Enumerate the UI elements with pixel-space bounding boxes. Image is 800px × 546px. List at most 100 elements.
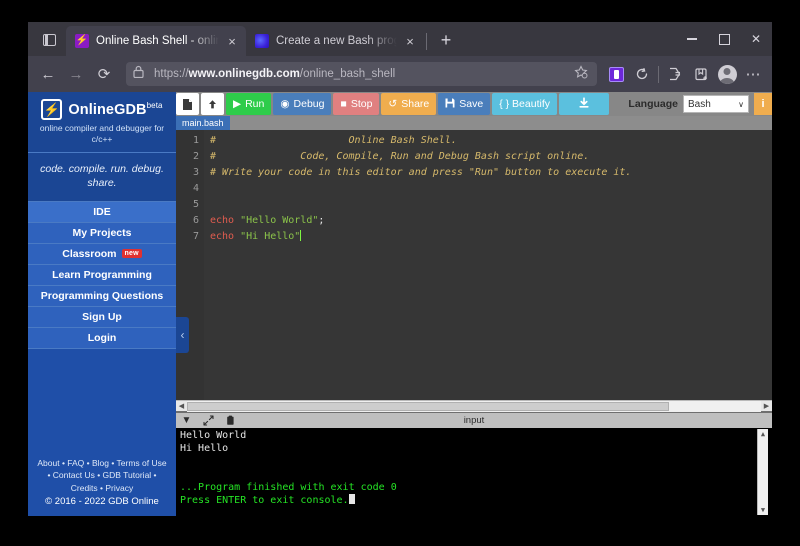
console-line-text: Press ENTER to exit console. [180,495,349,506]
sidebar-item-learn-programming-label: Learn Programming [52,268,152,281]
console-cursor [348,494,355,504]
sidebar-item-login-label: Login [87,331,117,344]
forward-button[interactable]: → [62,60,90,88]
sidebar-item-learn-programming[interactable]: Learn Programming [28,264,176,286]
beautify-button[interactable]: { } Beautify [492,93,557,115]
run-label: Run [245,98,265,110]
browser-window: ⚡ Online Bash Shell - online × Create a … [28,22,772,516]
file-tab-main-bash[interactable]: main.bash [176,116,230,130]
sidebar-item-ide[interactable]: IDE [28,201,176,223]
console-line-1: Hello World [180,429,757,442]
brand-name-text: OnlineGDB [68,101,147,118]
debug-button[interactable]: ◉ Debug [273,93,332,115]
language-select[interactable]: Bash ∨ [683,95,749,113]
sidebar-item-my-projects[interactable]: My Projects [28,222,176,244]
sidebar-item-my-projects-label: My Projects [72,226,132,239]
scroll-left-arrow-icon[interactable]: ◀ [176,401,187,412]
download-button[interactable] [559,93,609,115]
browser-tab-strip: ⚡ Online Bash Shell - online × Create a … [28,22,772,56]
bookmark-star-icon[interactable] [574,64,590,84]
scroll-down-arrow-icon[interactable]: ▼ [761,505,765,515]
browser-tab-2[interactable]: Create a new Bash progra × [246,26,424,56]
url-path: /online_bash_shell [299,68,396,80]
beautify-label: { } Beautify [499,98,550,110]
footer-links-line-3[interactable]: Credits • Privacy [32,482,172,495]
new-file-icon[interactable] [176,93,199,115]
sidebar-item-sign-up-label: Sign Up [82,310,122,323]
ide-toolbar: ▶ Run ◉ Debug ■ Stop ↺ Share Save {} Be… [176,92,772,116]
window-close-button[interactable]: ✕ [740,23,772,55]
code-string: "Hello World" [234,215,319,226]
url-text: https://www.onlinegdb.com/online_bash_sh… [154,68,568,80]
stop-icon: ■ [340,98,347,110]
account-avatar-icon[interactable] [714,61,740,87]
code-punctuation: ; [318,215,325,226]
console-line-text: Hello World [180,430,247,441]
run-button[interactable]: ▶ Run [226,93,272,115]
console-vertical-scrollbar[interactable]: ▲ ▼ [757,429,768,515]
copy-clipboard-icon[interactable] [224,414,237,427]
sidebar-footer: About • FAQ • Blog • Terms of Use • Cont… [28,451,176,517]
brand-block: ⚡ OnlineGDBbeta online compiler and debu… [28,92,176,154]
new-tab-button[interactable]: + [433,27,459,53]
expand-arrows-icon[interactable] [202,414,215,427]
footer-copyright: © 2016 - 2022 GDB Online [45,495,159,507]
code-editor[interactable]: 1 2 3 4 5 6 7 # Online Bash Shell. # Code, Comp… [176,130,772,400]
code-string: "Hi Hello" [234,231,301,242]
browser-tab-1[interactable]: ⚡ Online Bash Shell - online × [66,26,246,56]
address-bar[interactable]: https://www.onlinegdb.com/online_bash_sh… [126,62,597,86]
editor-code-area[interactable]: # Online Bash Shell. # Code, Compile, Run… [204,130,772,400]
sidebar-item-ide-label: IDE [93,205,111,218]
bookmark-collection-icon[interactable] [688,61,714,87]
brand-beta-label: beta [146,101,163,111]
scroll-up-arrow-icon[interactable]: ▲ [761,429,765,439]
browser-tab-1-close-icon[interactable]: × [224,33,240,49]
footer-links-line-2[interactable]: • Contact Us • GDB Tutorial • [32,469,172,482]
code-keyword: echo [210,231,235,242]
sidebar-collapse-button[interactable]: ‹ [176,317,189,353]
brand-name: OnlineGDBbeta [68,101,162,118]
help-info-button[interactable]: i [754,93,772,115]
browser-tab-2-close-icon[interactable]: × [402,33,418,49]
collapse-chevron-icon[interactable]: ▼ [180,414,193,427]
hscroll-thumb[interactable] [187,401,670,411]
debug-label: Debug [293,98,325,110]
sidebar-item-classroom[interactable]: Classroom new [28,243,176,265]
footer-links-line-1[interactable]: About • FAQ • Blog • Terms of Use [32,457,172,470]
console-line-3 [180,455,757,468]
save-button[interactable]: Save [438,93,491,115]
container-tabs-icon[interactable] [629,61,655,87]
sidebar-spacer [28,348,176,451]
scroll-right-arrow-icon[interactable]: ▶ [761,401,772,412]
browser-tab-1-title: Online Bash Shell - online [96,35,219,47]
sidebar-item-login[interactable]: Login [28,327,176,349]
window-minimize-button[interactable] [676,23,708,55]
upload-file-icon[interactable] [201,93,224,115]
console-line-text: Hi Hello [180,443,229,454]
url-host: www.onlinegdb.com [188,68,300,80]
editor-horizontal-scrollbar[interactable]: ◀ ▶ [176,400,772,412]
share-button[interactable]: ↺ Share [381,93,437,115]
code-comment: # Write your code in this editor and pre… [210,167,632,178]
line-number-7: 7 [192,231,199,242]
shield-extension-icon[interactable] [603,61,629,87]
sidebar-item-sign-up[interactable]: Sign Up [28,306,176,328]
window-maximize-button[interactable] [708,23,740,55]
more-menu-icon[interactable]: ⋯ [740,61,766,87]
back-button[interactable]: ← [34,60,62,88]
save-to-pocket-icon[interactable] [662,61,688,87]
sidebar-item-programming-questions[interactable]: Programming Questions [28,285,176,307]
save-label: Save [459,98,484,110]
stop-button[interactable]: ■ Stop [333,93,380,115]
reload-button[interactable]: ⟳ [90,60,118,88]
console-output-text: Hello World Hi Hello ...Program finished … [180,429,757,515]
line-number-5: 5 [192,199,199,210]
console-output[interactable]: Hello World Hi Hello ...Program finished … [176,428,772,516]
list-all-tabs-icon[interactable] [36,27,62,53]
hscroll-track[interactable] [187,400,761,412]
console-panel: ▼ input Hello World Hi Hello ...Program … [176,411,772,516]
tab-separator [426,33,427,50]
console-line-5: ...Program finished with exit code 0 [180,481,757,494]
lightning-bolt-logo-icon: ⚡ [41,99,63,120]
